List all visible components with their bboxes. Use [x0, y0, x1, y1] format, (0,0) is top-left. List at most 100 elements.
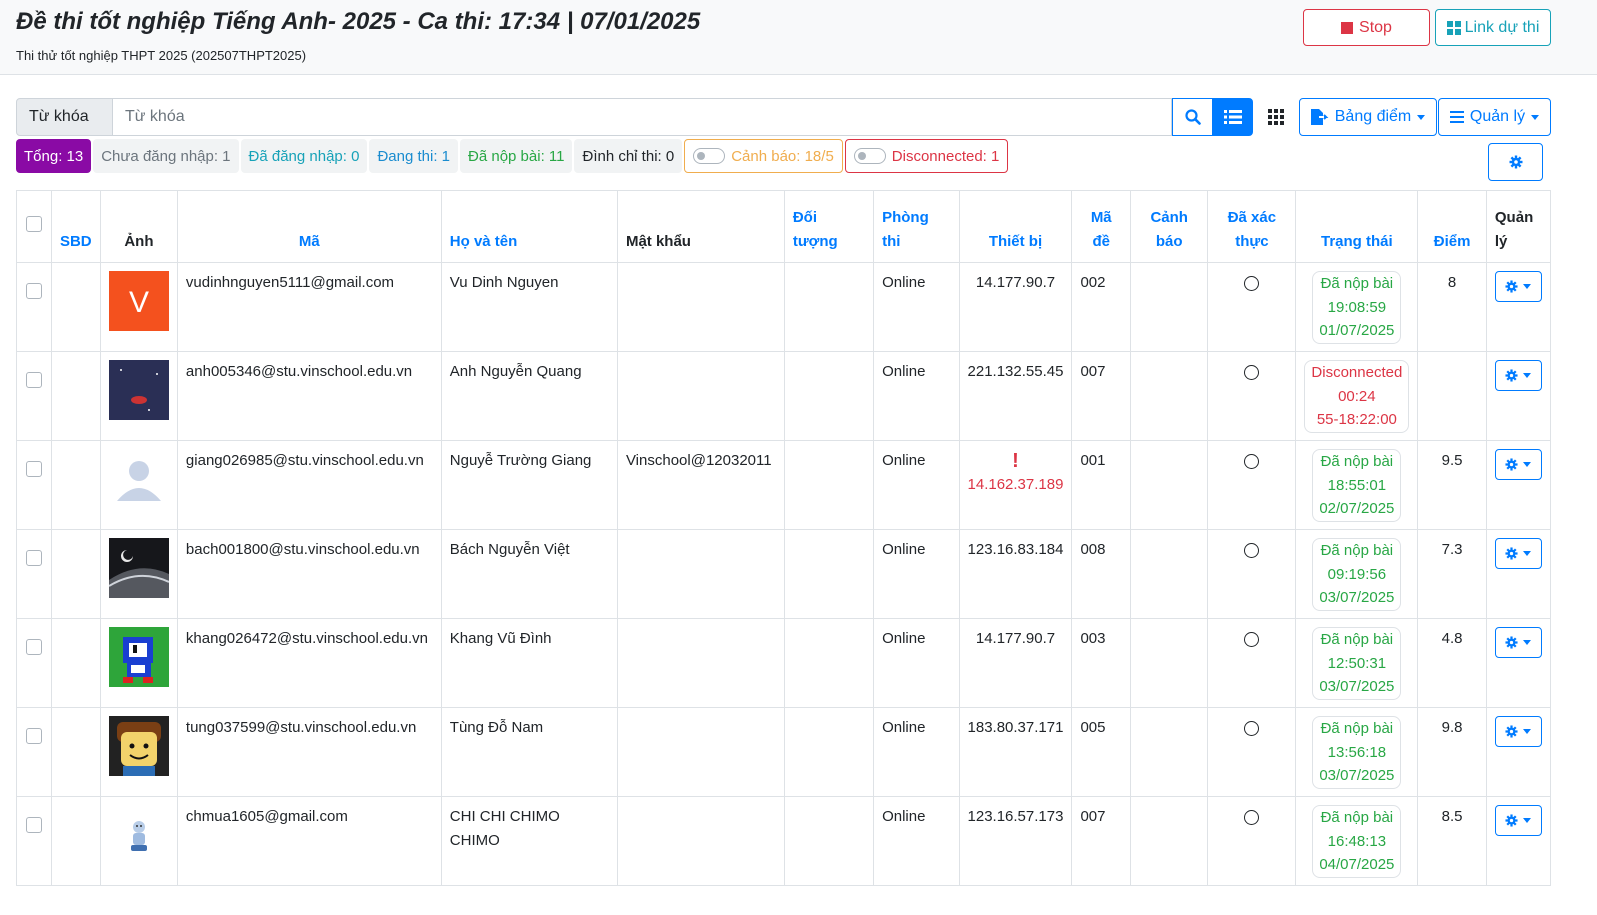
warning-cell — [1130, 351, 1209, 441]
score-cell: 8 — [1417, 262, 1487, 352]
exam-code-cell: 001 — [1071, 440, 1132, 530]
row-checkbox[interactable] — [25, 639, 42, 655]
qr-icon — [1446, 20, 1461, 35]
col-manage: Quản lý — [1485, 190, 1552, 263]
list-view-button[interactable] — [1213, 98, 1253, 136]
col-score[interactable]: Điểm — [1417, 190, 1487, 263]
row-checkbox[interactable] — [25, 728, 42, 744]
table-row: chmua1605@gmail.com CHI CHI CHIMO CHIMO Onl… — [16, 796, 1552, 886]
select-all-checkbox[interactable] — [25, 216, 42, 232]
warning-cell — [1130, 440, 1209, 530]
status-cell: Đã nộp bài 19:08:59 01/07/2025 — [1295, 262, 1419, 352]
unverified-circle-icon — [1244, 276, 1260, 291]
search-input[interactable] — [113, 98, 1172, 136]
caret-down-icon — [1523, 373, 1532, 378]
device-cell: 14.177.90.7 — [958, 262, 1073, 352]
row-checkbox[interactable] — [25, 372, 42, 388]
filter-logged-in[interactable]: Đã đăng nhập: 0 — [240, 139, 368, 173]
col-code[interactable]: Mã — [176, 190, 442, 263]
col-sbd[interactable]: SBD — [50, 190, 101, 263]
device-ip: 123.16.83.184 — [967, 541, 1064, 558]
col-group[interactable]: Đối tượng — [783, 190, 875, 263]
status-date: 01/07/2025 — [1319, 322, 1395, 339]
exam-link-button[interactable]: Link dự thi — [1435, 9, 1551, 46]
warning-cell — [1130, 796, 1209, 886]
exam-link-label: Link dự thi — [1464, 18, 1540, 36]
gear-icon — [1505, 725, 1518, 738]
caret-down-icon — [1523, 284, 1532, 289]
row-checkbox[interactable] — [25, 550, 42, 566]
col-verified[interactable]: Đã xác thực — [1207, 190, 1297, 263]
status-date: 55-18:22:00 — [1316, 411, 1397, 428]
col-room[interactable]: Phòng thi — [873, 190, 960, 263]
row-select-cell — [16, 707, 52, 797]
unverified-circle-icon — [1244, 543, 1260, 558]
unverified-circle-icon — [1244, 454, 1260, 469]
candidate-name: CHI CHI CHIMO — [449, 808, 560, 825]
filter-submitted[interactable]: Đã nộp bài: 11 — [460, 139, 573, 173]
group-cell — [783, 707, 875, 797]
warning-toggle[interactable] — [693, 148, 726, 164]
col-exam[interactable]: Mã đề — [1071, 190, 1132, 263]
col-device[interactable]: Thiết bị — [958, 190, 1073, 263]
col-manage-line1: Quản — [1494, 209, 1534, 226]
status-time: 12:50:31 — [1327, 654, 1387, 672]
row-checkbox[interactable] — [25, 817, 42, 833]
col-verified-line1: Đã xác — [1227, 209, 1277, 226]
manage-cell — [1485, 262, 1552, 352]
status-date: 02/07/2025 — [1319, 500, 1395, 517]
filter-suspended[interactable]: Đình chỉ thi: 0 — [574, 139, 683, 173]
filter-not-logged-in[interactable]: Chưa đăng nhập: 1 — [93, 139, 239, 173]
grid-view-button[interactable] — [1257, 98, 1295, 136]
row-actions-button[interactable] — [1494, 271, 1542, 302]
manage-cell — [1485, 796, 1552, 886]
col-group-line1: Đối — [792, 209, 817, 226]
verified-cell — [1207, 707, 1297, 797]
row-select-cell — [16, 796, 52, 886]
row-actions-button[interactable] — [1494, 805, 1542, 836]
filter-disconnected[interactable]: Disconnected: 1 — [844, 139, 1009, 173]
status-cell: Disconnected 00:24 55-18:22:00 — [1295, 351, 1419, 441]
col-warning-line2: báo — [1155, 233, 1183, 250]
page-title: Đề thi tốt nghiệp Tiếng Anh- 2025 - Ca t… — [16, 8, 701, 35]
row-actions-button[interactable] — [1494, 716, 1542, 747]
room-cell: Online — [873, 351, 960, 441]
stop-button[interactable]: Stop — [1303, 9, 1430, 46]
device-ip: 183.80.37.171 — [967, 719, 1064, 736]
row-actions-button[interactable] — [1494, 538, 1542, 569]
photo-cell — [99, 351, 178, 441]
search-bar: Từ khóa — [16, 98, 1253, 136]
name-cell: Nguyễ Trường Giang — [440, 440, 618, 530]
col-password: Mật khẩu — [616, 190, 785, 263]
photo-cell: V — [99, 262, 178, 352]
status-date: 03/07/2025 — [1319, 589, 1395, 606]
row-checkbox[interactable] — [25, 283, 42, 299]
row-checkbox[interactable] — [25, 461, 42, 477]
filter-warning[interactable]: Cảnh báo: 18/5 — [684, 139, 843, 173]
col-status[interactable]: Trạng thái — [1295, 190, 1419, 263]
status-cell: Đã nộp bài 13:56:18 03/07/2025 — [1295, 707, 1419, 797]
filter-total[interactable]: Tổng: 13 — [16, 139, 92, 173]
status-badge: Đã nộp bài 12:50:31 03/07/2025 — [1312, 627, 1402, 700]
disconnected-toggle[interactable] — [853, 148, 886, 164]
grid-icon — [1268, 109, 1284, 125]
row-actions-button[interactable] — [1494, 360, 1542, 391]
password-cell — [616, 529, 785, 619]
status-badge: Đã nộp bài 19:08:59 01/07/2025 — [1312, 271, 1402, 344]
filter-in-progress[interactable]: Đang thi: 1 — [369, 139, 459, 173]
row-actions-button[interactable] — [1494, 449, 1542, 480]
row-actions-button[interactable] — [1494, 627, 1542, 658]
settings-button[interactable] — [1488, 143, 1543, 181]
manage-dropdown[interactable]: Quản lý — [1438, 98, 1551, 136]
col-exam-line1: Mã — [1090, 209, 1112, 226]
col-room-line1: Phòng — [882, 209, 929, 226]
row-select-cell — [16, 529, 52, 619]
candidate-name: Vu Dinh Nguyen — [449, 274, 559, 291]
scores-dropdown[interactable]: Bảng điểm — [1299, 98, 1437, 136]
search-button[interactable] — [1172, 98, 1213, 136]
col-warning[interactable]: Cảnh báo — [1130, 190, 1209, 263]
status-badge: Đã nộp bài 16:48:13 04/07/2025 — [1312, 805, 1402, 878]
col-name[interactable]: Họ và tên — [440, 190, 618, 263]
password-cell — [616, 796, 785, 886]
unverified-circle-icon — [1244, 810, 1260, 825]
